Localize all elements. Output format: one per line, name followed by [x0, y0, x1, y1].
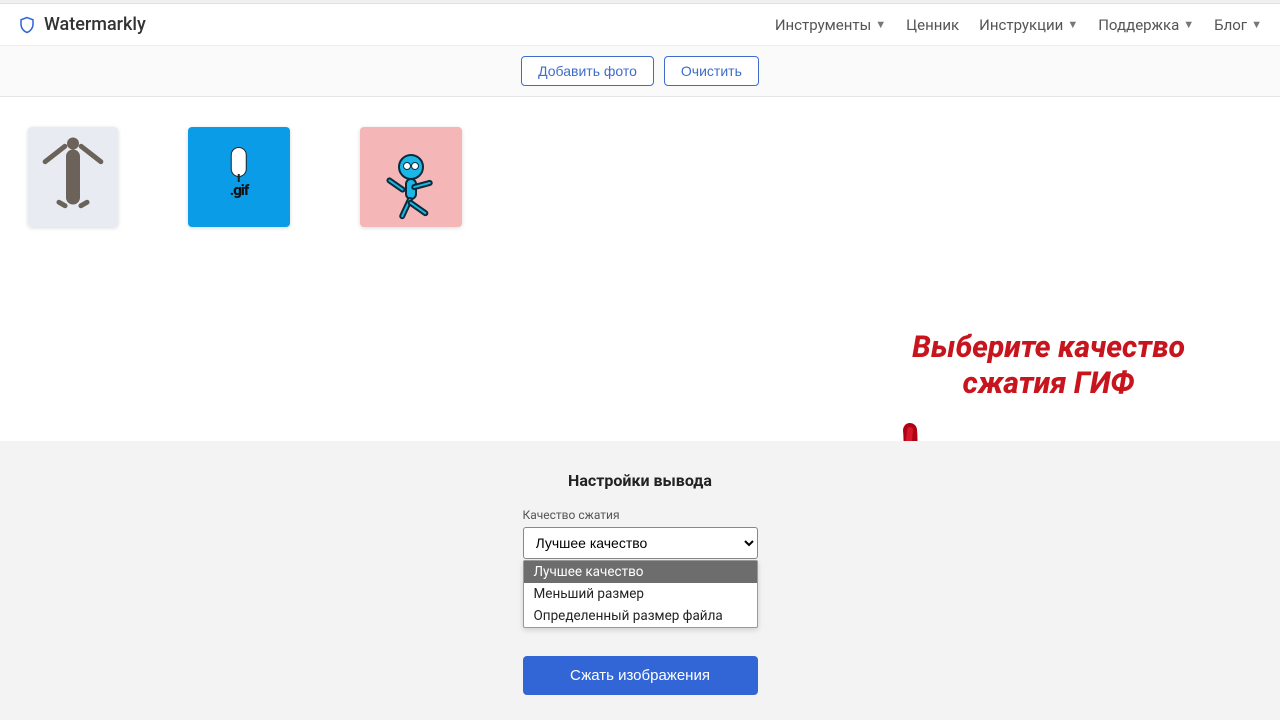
- main-nav: Инструменты ▼ Ценник Инструкции ▼ Поддер…: [775, 16, 1262, 34]
- annotation-text: Выберите качество сжатия ГИФ: [912, 330, 1185, 402]
- thumbnail-item[interactable]: [28, 127, 118, 227]
- output-settings-panel: Настройки вывода Качество сжатия Лучшее …: [0, 441, 1280, 720]
- nav-support[interactable]: Поддержка ▼: [1098, 16, 1194, 34]
- dropdown-option[interactable]: Определенный размер файла: [524, 605, 757, 627]
- gif-label: .gif: [230, 181, 249, 199]
- quality-label: Качество сжатия: [523, 508, 758, 522]
- annotation-line2: сжатия ГИФ: [912, 366, 1185, 402]
- shield-icon: [18, 16, 36, 34]
- add-photo-button[interactable]: Добавить фото: [521, 56, 654, 86]
- nav-pricing[interactable]: Ценник: [906, 16, 959, 34]
- brand-logo[interactable]: Watermarkly: [18, 14, 146, 35]
- thumbnail-row: .gif: [0, 97, 1280, 257]
- thumbnail-image: .gif: [230, 147, 249, 199]
- quality-dropdown-list: Лучшее качество Меньший размер Определен…: [523, 560, 758, 628]
- panel-title: Настройки вывода: [568, 471, 712, 490]
- nav-pricing-label: Ценник: [906, 16, 959, 34]
- nav-blog-label: Блог: [1214, 16, 1247, 34]
- quality-select[interactable]: Лучшее качество: [523, 527, 758, 559]
- thumbnail-image: [398, 154, 424, 200]
- nav-instructions-label: Инструкции: [979, 16, 1063, 34]
- nav-tools[interactable]: Инструменты ▼: [775, 16, 886, 34]
- annotation-line1: Выберите качество: [912, 330, 1185, 366]
- action-bar: Добавить фото Очистить: [0, 46, 1280, 97]
- nav-blog[interactable]: Блог ▼: [1214, 16, 1262, 34]
- dropdown-option[interactable]: Меньший размер: [524, 583, 757, 605]
- compress-button[interactable]: Сжать изображения: [523, 656, 758, 695]
- brand-name: Watermarkly: [44, 14, 146, 35]
- chevron-down-icon: ▼: [1183, 18, 1194, 31]
- thumbnail-image: [66, 150, 80, 205]
- nav-tools-label: Инструменты: [775, 16, 871, 34]
- thumbnail-item[interactable]: .gif: [188, 127, 290, 227]
- chevron-down-icon: ▼: [875, 18, 886, 31]
- dropdown-option[interactable]: Лучшее качество: [524, 561, 757, 583]
- clear-button[interactable]: Очистить: [664, 56, 759, 86]
- app-header: Watermarkly Инструменты ▼ Ценник Инструк…: [0, 4, 1280, 46]
- thumbnail-item[interactable]: [360, 127, 462, 227]
- chevron-down-icon: ▼: [1067, 18, 1078, 31]
- nav-support-label: Поддержка: [1098, 16, 1179, 34]
- chevron-down-icon: ▼: [1251, 18, 1262, 31]
- nav-instructions[interactable]: Инструкции ▼: [979, 16, 1078, 34]
